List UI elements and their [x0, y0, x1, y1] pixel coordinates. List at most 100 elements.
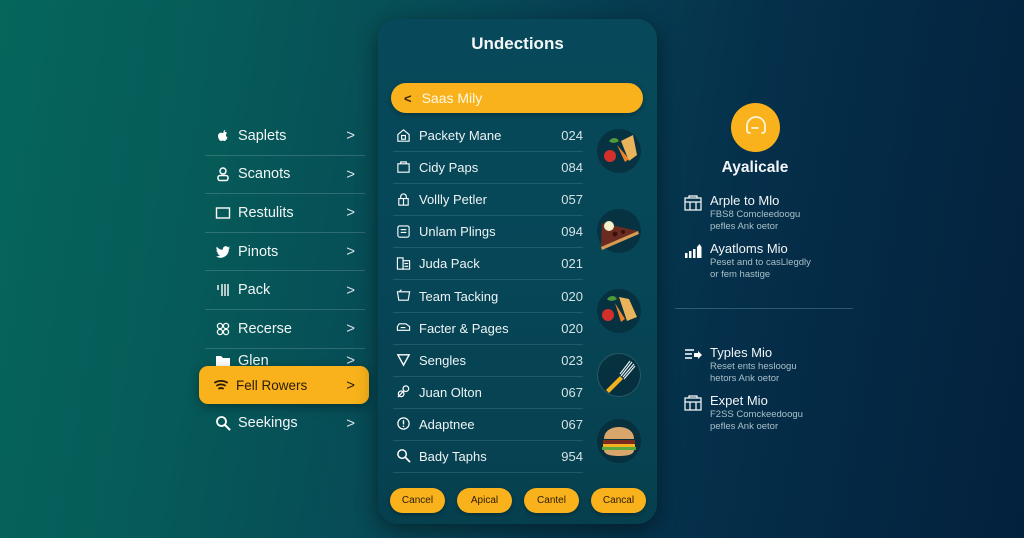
search-pill-value: Saas Mily — [421, 90, 483, 106]
vegetables-image — [597, 289, 641, 333]
item-value: 023 — [561, 352, 583, 368]
button-row: Cancel Apical Cantel Cancal — [390, 488, 646, 513]
lock-group-icon — [396, 192, 412, 208]
list-item[interactable]: Facter & Pages 020 — [393, 313, 583, 345]
nav-label: Fell Rowers — [236, 377, 308, 393]
nav-label: Pinots — [238, 243, 279, 260]
nav-item-saplets[interactable]: Saplets > — [205, 117, 365, 156]
item-label: Bady Taphs — [419, 448, 487, 464]
bars-icon — [215, 282, 231, 298]
item-label: Juan Olton — [419, 384, 482, 400]
nav-label: Scanots — [238, 166, 291, 183]
triangle-down-icon — [396, 352, 412, 368]
nav-label: Saplets — [238, 127, 287, 144]
list-item[interactable]: Packety Mane 024 — [393, 120, 583, 153]
feature-item[interactable]: Arple to Mlo FBS8 Comcleedoogu pefles An… — [684, 194, 800, 232]
nav-item-recerse[interactable]: Recerse > — [205, 310, 365, 349]
cantel-button[interactable]: Cantel — [524, 488, 579, 513]
twitter-bird-icon — [215, 244, 231, 260]
list-item[interactable]: Vollly Petler 057 — [393, 184, 583, 217]
apple-icon — [215, 128, 231, 144]
vegetables-image — [597, 129, 641, 173]
nav-item-restulits[interactable]: Restulits > — [205, 194, 365, 233]
chevron-right-icon: > — [346, 243, 355, 261]
nav-item-seekings[interactable]: Seekings > — [205, 404, 365, 443]
list-item[interactable]: Team Tacking 020 — [393, 280, 583, 313]
calendar-grid-icon — [684, 195, 702, 211]
fork-image — [597, 353, 641, 397]
document-stack-icon — [396, 224, 412, 240]
search-pill[interactable]: < Saas Mily — [391, 83, 643, 113]
feature-item[interactable]: Expet Mio F2SS Comckeedoogu pefles Ank o… — [684, 394, 803, 432]
back-chevron-icon[interactable]: < — [404, 91, 412, 106]
nav-label: Pack — [238, 282, 271, 299]
list-item[interactable]: Adaptnee 067 — [393, 409, 583, 441]
chevron-right-icon: > — [346, 281, 355, 299]
alert-circle-icon — [396, 416, 412, 432]
apical-button[interactable]: Apical — [457, 488, 512, 513]
list-item[interactable]: Juda Pack 021 — [393, 248, 583, 281]
feature-desc: pefles Ank oetor — [710, 221, 779, 232]
avatar[interactable] — [731, 103, 780, 152]
feature-desc: or fem hastige — [710, 269, 771, 280]
item-value: 020 — [561, 288, 583, 304]
item-label: Packety Mane — [419, 128, 502, 144]
calendar-grid-icon — [684, 395, 702, 411]
signal-bars-icon — [684, 243, 702, 259]
item-label: Sengles — [419, 352, 466, 368]
list-item[interactable]: Juan Olton 067 — [393, 377, 583, 409]
feature-desc: F2SS Comckeedoogu — [710, 409, 803, 420]
list-item[interactable]: Cidy Paps 084 — [393, 152, 583, 185]
item-label: Adaptnee — [419, 416, 475, 432]
nav-label: Recerse — [238, 320, 292, 337]
search-icon — [396, 448, 412, 464]
left-nav: Saplets > Scanots > Restulits > Pinots >… — [199, 117, 369, 432]
panel-title: Undections — [471, 34, 564, 53]
nav-item-pack[interactable]: Pack > — [205, 271, 365, 310]
divider — [675, 308, 853, 309]
list-item[interactable]: Sengles 023 — [393, 345, 583, 377]
chevron-right-icon: > — [346, 165, 355, 183]
item-value: 094 — [561, 224, 583, 240]
clipboard-icon — [396, 160, 412, 176]
chevron-right-icon: > — [346, 376, 355, 394]
feature-title: Ayatloms Mio — [710, 241, 788, 256]
list-item[interactable]: Unlam Plings 094 — [393, 216, 583, 249]
nav-label: Seekings — [238, 415, 298, 432]
feature-item[interactable]: Ayatloms Mio Peset and to casLlegdly or … — [684, 242, 811, 280]
clover-icon — [215, 321, 231, 337]
chevron-right-icon: > — [346, 320, 355, 338]
pizza-slice-image — [597, 209, 641, 253]
item-list: Packety Mane 024 Cidy Paps 084 Vollly Pe… — [393, 120, 583, 474]
cancal-button[interactable]: Cancal — [591, 488, 646, 513]
item-value: 021 — [561, 256, 583, 272]
headset-icon — [743, 114, 769, 141]
item-label: Cidy Paps — [419, 160, 479, 176]
item-label: Juda Pack — [419, 256, 480, 272]
nav-item-pinots[interactable]: Pinots > — [205, 233, 365, 272]
list-item[interactable]: Bady Taphs 954 — [393, 441, 583, 474]
item-label: Facter & Pages — [419, 320, 509, 336]
search-icon — [215, 415, 231, 431]
item-label: Unlam Plings — [419, 224, 496, 240]
feature-title: Typles Mio — [710, 345, 773, 360]
chevron-right-icon: > — [346, 414, 355, 432]
chevron-right-icon: > — [346, 127, 355, 145]
nav-label: Restulits — [238, 204, 294, 221]
nav-item-scanots[interactable]: Scanots > — [205, 156, 365, 195]
basket-icon — [396, 288, 412, 304]
item-value: 067 — [561, 384, 583, 400]
cancel-button[interactable]: Cancel — [390, 488, 445, 513]
nav-item-fell-rowers[interactable]: Fell Rowers > — [199, 366, 369, 404]
list-arrow-icon — [684, 347, 702, 363]
files-icon — [396, 256, 412, 272]
wifi-icon — [213, 377, 229, 393]
item-label: Team Tacking — [419, 288, 499, 304]
feature-desc: Reset ents hesloogu — [710, 361, 797, 372]
feature-desc: Peset and to casLlegdly — [710, 257, 811, 268]
feature-desc: hetors Ank oetor — [710, 373, 780, 384]
square-icon — [215, 205, 231, 221]
feature-item[interactable]: Typles Mio Reset ents hesloogu hetors An… — [684, 346, 797, 384]
link-icon — [396, 384, 412, 400]
item-label: Vollly Petler — [419, 192, 487, 208]
